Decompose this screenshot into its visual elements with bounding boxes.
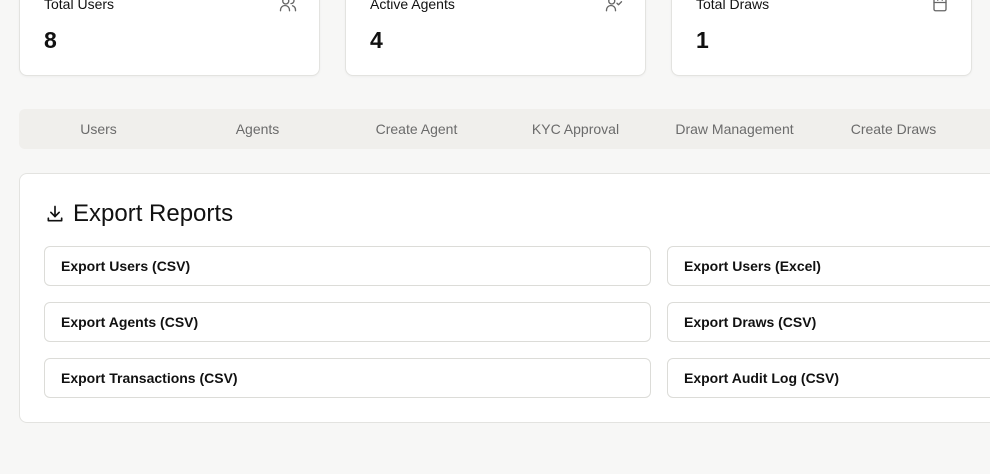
export-transactions-csv-button[interactable]: Export Transactions (CSV) bbox=[44, 358, 651, 398]
user-check-icon bbox=[605, 0, 623, 12]
tab-agents[interactable]: Agents bbox=[178, 109, 337, 149]
stat-label: Active Agents bbox=[370, 0, 455, 12]
stat-card-total-users: Total Users 8 bbox=[19, 0, 320, 76]
tab-create-agent[interactable]: Create Agent bbox=[337, 109, 496, 149]
tab-bar: Users Agents Create Agent KYC Approval D… bbox=[19, 109, 990, 149]
stat-label: Total Users bbox=[44, 0, 115, 12]
export-users-csv-button[interactable]: Export Users (CSV) bbox=[44, 246, 651, 286]
export-reports-title: Export Reports bbox=[73, 200, 234, 227]
export-reports-panel: Export Reports Export Users (CSV) Export… bbox=[19, 173, 990, 423]
users-icon bbox=[279, 0, 297, 12]
export-draws-csv-button[interactable]: Export Draws (CSV) bbox=[667, 302, 990, 342]
export-audit-log-csv-button[interactable]: Export Audit Log (CSV) bbox=[667, 358, 990, 398]
stat-value: 1 bbox=[696, 27, 709, 53]
export-agents-csv-button[interactable]: Export Agents (CSV) bbox=[44, 302, 651, 342]
panel-title: Export Reports bbox=[45, 200, 233, 228]
tab-draw-management[interactable]: Draw Management bbox=[655, 109, 814, 149]
stat-value: 4 bbox=[370, 27, 383, 53]
tab-kyc-approval[interactable]: KYC Approval bbox=[496, 109, 655, 149]
tab-users[interactable]: Users bbox=[19, 109, 178, 149]
calendar-icon bbox=[933, 0, 947, 12]
stat-card-total-draws: Total Draws 1 bbox=[671, 0, 972, 76]
tab-create-draws[interactable]: Create Draws bbox=[814, 109, 973, 149]
stat-card-active-agents: Active Agents 4 bbox=[345, 0, 646, 76]
export-users-excel-button[interactable]: Export Users (Excel) bbox=[667, 246, 990, 286]
stat-value: 8 bbox=[44, 27, 57, 53]
download-icon bbox=[47, 205, 63, 222]
stat-label: Total Draws bbox=[696, 0, 770, 12]
